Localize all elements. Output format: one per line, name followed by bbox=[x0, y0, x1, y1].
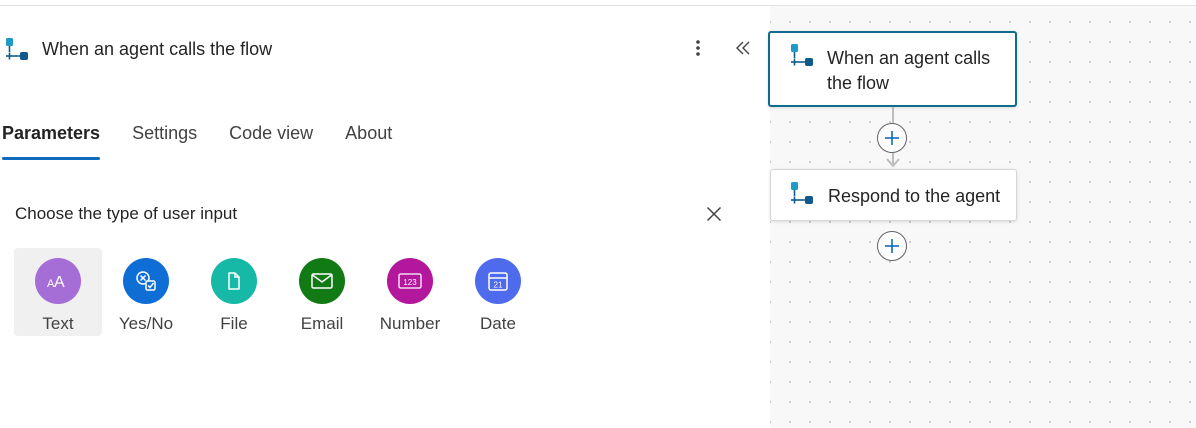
node-title-line: the flow bbox=[827, 73, 890, 93]
date-type-badge: 21 bbox=[475, 258, 521, 304]
text-type-badge: A A bbox=[35, 258, 81, 304]
flow-trigger-icon bbox=[6, 38, 28, 60]
connector-arrow-icon bbox=[886, 158, 900, 168]
input-type-number[interactable]: 123 Number bbox=[366, 248, 454, 336]
input-type-label: Date bbox=[480, 314, 516, 333]
double-chevron-left-icon bbox=[736, 41, 750, 55]
input-type-file[interactable]: File bbox=[190, 248, 278, 336]
text-aa-icon: A A bbox=[47, 274, 65, 291]
input-type-label: Email bbox=[300, 314, 344, 333]
connector-line bbox=[892, 107, 894, 123]
plus-icon bbox=[885, 239, 899, 253]
flow-trigger-icon bbox=[791, 44, 813, 66]
app-root: When an agent calls the flow Parameters … bbox=[0, 0, 1196, 428]
close-icon bbox=[706, 206, 722, 222]
email-icon bbox=[311, 273, 333, 289]
tab-parameters[interactable]: Parameters bbox=[0, 118, 101, 164]
insert-step-button[interactable] bbox=[877, 123, 907, 153]
node-title: When an agent calls the flow bbox=[827, 46, 990, 96]
node-title: Respond to the agent bbox=[828, 186, 1001, 206]
flow-canvas[interactable]: When an agent calls the flow Respond to … bbox=[768, 6, 1196, 428]
tab-about[interactable]: About bbox=[345, 118, 392, 164]
number-type-badge: 123 bbox=[387, 258, 433, 304]
flow-node-trigger[interactable]: When an agent calls the flow bbox=[768, 31, 1017, 107]
input-type-label: Text bbox=[42, 314, 74, 333]
input-type-date[interactable]: 21 Date bbox=[454, 248, 542, 336]
input-type-email[interactable]: Email bbox=[278, 248, 366, 336]
file-icon bbox=[228, 272, 240, 290]
svg-text:A: A bbox=[54, 274, 65, 291]
yes-no-type-badge bbox=[123, 258, 169, 304]
number-123-icon: 123 bbox=[398, 273, 422, 289]
input-type-heading: Choose the type of user input bbox=[15, 204, 238, 223]
input-type-yes-no[interactable]: Yes/No bbox=[102, 248, 190, 336]
svg-text:21: 21 bbox=[494, 281, 503, 290]
email-type-badge bbox=[299, 258, 345, 304]
collapse-panel-button[interactable] bbox=[730, 36, 756, 60]
yes-no-icon bbox=[136, 271, 156, 291]
calendar-icon: 21 bbox=[488, 272, 508, 291]
panel-header: When an agent calls the flow bbox=[0, 6, 770, 92]
more-vertical-icon bbox=[696, 40, 700, 56]
insert-step-button[interactable] bbox=[877, 231, 907, 261]
input-type-label: Yes/No bbox=[118, 314, 174, 333]
panel-tabs: Parameters Settings Code view About bbox=[0, 118, 424, 164]
node-title-line: When an agent calls bbox=[827, 48, 991, 68]
close-input-chooser-button[interactable] bbox=[702, 202, 726, 226]
input-type-text[interactable]: A A Text bbox=[14, 248, 102, 336]
plus-icon bbox=[885, 131, 899, 145]
panel-title: When an agent calls the flow bbox=[42, 39, 273, 59]
tab-code-view[interactable]: Code view bbox=[229, 118, 313, 164]
flow-action-icon bbox=[791, 182, 813, 204]
flow-node-respond[interactable]: Respond to the agent bbox=[770, 169, 1017, 221]
input-type-label: File bbox=[220, 314, 248, 333]
svg-text:123: 123 bbox=[403, 278, 417, 287]
input-type-label: Number bbox=[379, 314, 441, 333]
properties-panel: When an agent calls the flow Parameters … bbox=[0, 6, 770, 428]
more-options-button[interactable] bbox=[686, 36, 710, 60]
input-type-list: A A Text Yes/No File Email 123 Number 21… bbox=[14, 248, 542, 336]
tab-settings[interactable]: Settings bbox=[132, 118, 197, 164]
file-type-badge bbox=[211, 258, 257, 304]
